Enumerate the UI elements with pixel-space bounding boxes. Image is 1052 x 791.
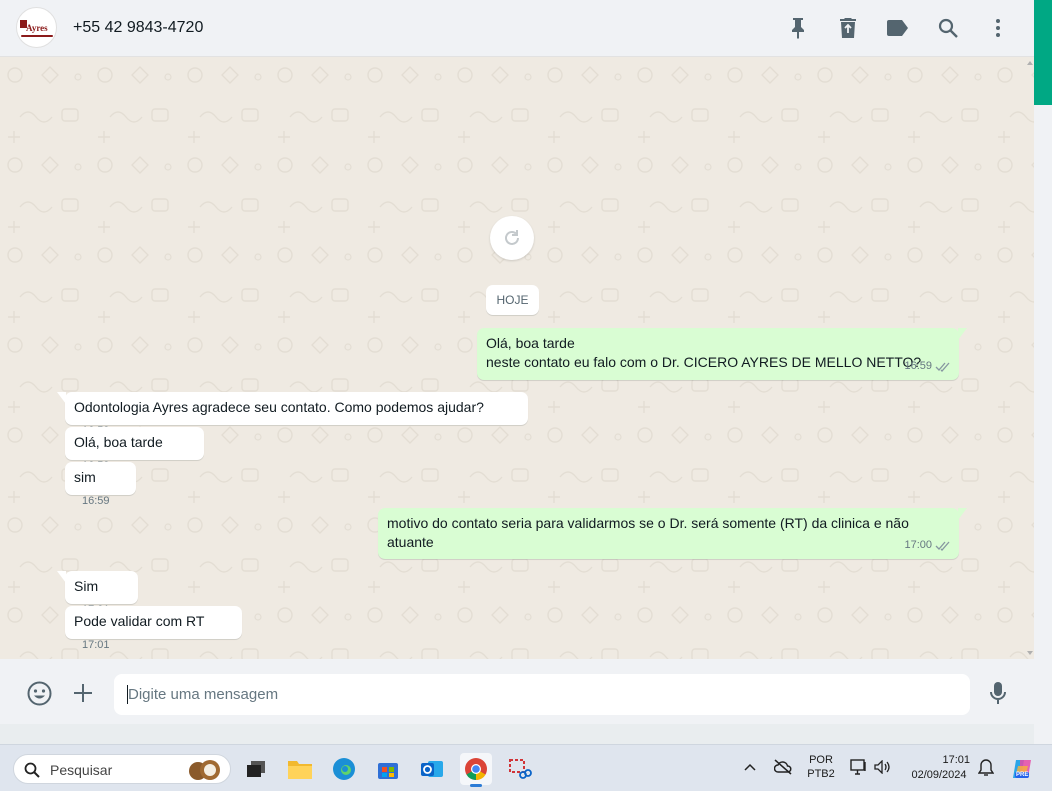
message-time: 17:01 [82,639,110,651]
message-text: Pode validar com RT [74,613,205,629]
date-separator: HOJE [486,285,539,315]
double-check-icon [935,362,950,372]
search-icon[interactable] [936,16,960,40]
taskbar-search-label: Pesquisar [50,762,113,778]
chat-scrollbar[interactable] [1027,61,1033,655]
text-caret [127,685,128,704]
message-time: 16:59 [82,495,110,507]
window-bottom-gap [0,724,1034,744]
message-time: 16:59 [904,360,932,372]
attach-plus-icon[interactable] [70,680,96,706]
chevron-up-icon[interactable] [744,763,756,771]
message-incoming[interactable]: Pode validar com RT 17:01 [65,606,242,651]
contact-avatar[interactable]: Ayres [16,7,57,48]
bubble-tail [57,571,66,583]
reload-button[interactable] [490,216,534,260]
whatsapp-window: Ayres +55 42 9843-4720 HOJE Olá, boa tar… [0,0,1034,724]
chat-area[interactable]: HOJE Olá, boa tarde neste contato eu fal… [0,57,1034,659]
language-indicator[interactable]: POR PTB2 [806,754,836,780]
message-incoming[interactable]: Sim17:01 [57,571,138,616]
copilot-icon[interactable]: PRE [1010,757,1034,781]
language-code: POR [809,754,833,766]
clock-date: 02/09/2024 [911,769,967,781]
message-time: 17:00 [904,539,932,551]
notification-bell-icon[interactable] [978,759,994,777]
outlook-icon[interactable] [416,753,448,785]
clock-time: 17:01 [942,754,970,766]
search-icon [24,762,40,778]
accent-bar [1034,0,1052,105]
window-edge-strip [1034,0,1052,744]
message-input[interactable] [114,674,970,715]
bubble-tail [958,328,967,340]
message-text: motivo do contato seria para validarmos … [387,515,909,550]
refresh-icon [505,230,519,245]
copilot-badge: PRE [1015,772,1030,778]
bubble-tail [57,392,66,404]
coconut-icon [189,760,220,780]
message-incoming[interactable]: sim 16:59 [65,462,136,507]
chrome-icon[interactable] [460,753,492,787]
volume-icon[interactable] [874,760,890,774]
message-composer [0,659,1034,724]
message-text: Odontologia Ayres agradece seu contato. … [74,399,484,415]
windows-taskbar: Pesquisar POR PTB2 17:01 02/09/2024 PRE [0,744,1052,791]
message-text: sim [74,469,96,485]
contact-name[interactable]: +55 42 9843-4720 [73,19,203,37]
bubble-tail [958,508,967,520]
message-incoming[interactable]: Olá, boa tarde16:59 [65,427,204,472]
delete-icon[interactable] [836,16,860,40]
message-outgoing[interactable]: Olá, boa tarde neste contato eu falo com… [477,328,967,380]
emoji-icon[interactable] [26,680,52,706]
scroll-down-arrow[interactable] [1027,651,1033,655]
microphone-icon[interactable] [985,680,1011,706]
microsoft-store-icon[interactable] [372,753,404,785]
logo-underline [21,35,53,37]
double-check-icon [935,541,950,551]
message-incoming[interactable]: Odontologia Ayres agradece seu contato. … [57,392,528,437]
avatar-logo-text: Ayres [26,23,48,33]
message-text: Olá, boa tarde neste contato eu falo com… [486,335,922,370]
task-view-icon[interactable] [240,753,272,785]
scroll-up-arrow[interactable] [1027,61,1033,65]
menu-icon[interactable] [986,16,1010,40]
active-app-indicator [470,784,482,787]
taskbar-search[interactable]: Pesquisar [13,754,231,784]
clock[interactable]: 17:01 02/09/2024 [902,754,976,781]
file-explorer-icon[interactable] [284,753,316,785]
chat-header: Ayres +55 42 9843-4720 [0,0,1034,57]
message-outgoing[interactable]: motivo do contato seria para validarmos … [378,508,967,559]
message-meta: 16:59 [904,357,951,376]
label-icon[interactable] [886,16,910,40]
message-text: Sim [74,578,99,594]
cloud-off-icon[interactable] [774,759,792,775]
pin-icon[interactable] [786,16,810,40]
message-text: Olá, boa tarde [74,434,163,450]
edge-browser-icon[interactable] [328,753,360,785]
network-icon[interactable] [850,759,868,775]
snipping-tool-icon[interactable] [504,753,536,785]
keyboard-layout: PTB2 [807,768,835,780]
message-meta: 17:00 [904,536,951,555]
